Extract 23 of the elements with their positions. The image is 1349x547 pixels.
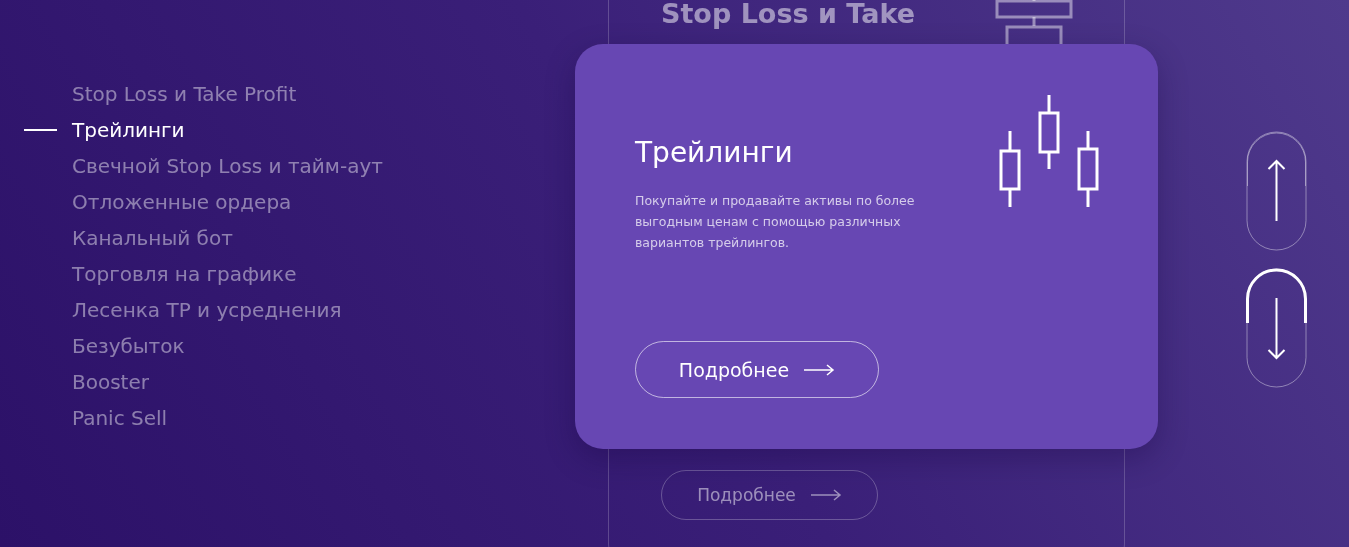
active-indicator (24, 129, 57, 131)
nav-link[interactable]: Лесенка TP и усреднения (72, 298, 342, 322)
nav-link[interactable]: Торговля на графике (72, 262, 297, 286)
more-button[interactable]: Подробнее (661, 470, 878, 520)
card-title: Stop Loss и Take (661, 1, 916, 27)
nav-link[interactable]: Booster (72, 370, 149, 394)
arrow-down-button[interactable] (1246, 268, 1307, 388)
arrow-up-button[interactable] (1246, 131, 1307, 251)
nav-link[interactable]: Канальный бот (72, 226, 233, 250)
nav-link[interactable]: Свечной Stop Loss и тайм-аут (72, 154, 383, 178)
card-description: Покупайте и продавайте активы по более выгодным ценам с помощью различных вариантов трейлингов. (635, 192, 916, 252)
arrow-icon (803, 363, 836, 376)
up-arrow-icon (1267, 159, 1286, 222)
chart-icon (995, 0, 1075, 47)
nav-link[interactable]: Отложенные ордера (72, 190, 292, 214)
nav-link[interactable]: Безубыток (72, 334, 185, 358)
down-arrow-icon (1267, 297, 1286, 360)
candlestick-icon (998, 95, 1102, 209)
nav-link[interactable]: Panic Sell (72, 406, 168, 430)
nav-link[interactable]: Stop Loss и Take Profit (72, 82, 297, 106)
arrow-icon (809, 489, 842, 501)
nav-link[interactable]: Трейлинги (72, 118, 185, 142)
card-title: Трейлинги (635, 136, 794, 170)
